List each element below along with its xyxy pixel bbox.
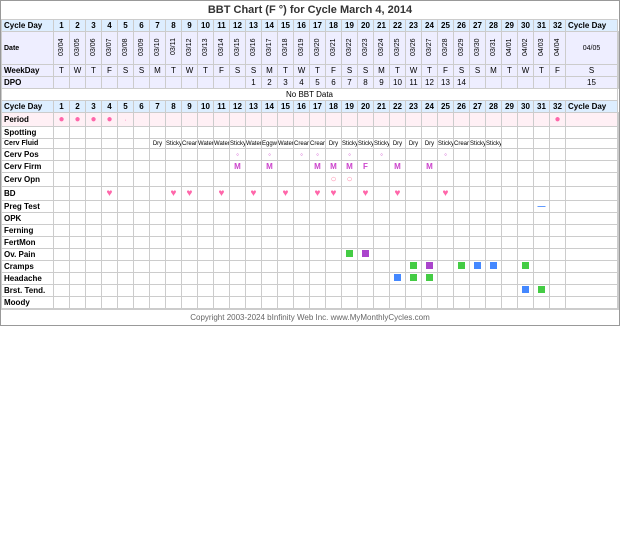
fertmon-label: FertMon (2, 237, 54, 249)
period-label-right: Period (618, 113, 619, 127)
cerv-opn-label: Cerv Opn (2, 173, 54, 187)
cycle-day-header-2: Cycle Day 1234 5678 9101112 13141516 171… (2, 101, 619, 113)
headache-row: Headache Headache (2, 273, 619, 285)
headache-label: Headache (2, 273, 54, 285)
footer: Copyright 2003-2024 bInfinity Web Inc. w… (1, 309, 619, 325)
ferning-row: Ferning Ferning (2, 225, 619, 237)
cerv-fluid-row: Cerv Fluid Dry Sticky Creamy Watery Wate… (2, 139, 619, 149)
cerv-pos-row: Cerv Pos ◦ ◦ ◦ ◦ ◦ ◦ ◦ Cerv Pos (2, 149, 619, 161)
weekday-label-right: WeekDay (618, 65, 619, 77)
ov-pain-row: Ov. Pain Ov. Pain (2, 249, 619, 261)
moody-label-right: Moody (618, 297, 619, 309)
cerv-firm-row: Cerv Firm M M M M M F M M Cerv Firm (2, 161, 619, 173)
spotting-label-right: Spotting (618, 127, 619, 139)
fertmon-row: FertMon FertMon (2, 237, 619, 249)
bbt-table: Cycle Day 1234 5678 9101112 13141516 171… (1, 19, 619, 309)
dpo-label: DPO (2, 77, 54, 89)
chart-title: BBT Chart (F °) for Cycle March 4, 2014 (1, 1, 619, 19)
ov-pain-label: Ov. Pain (2, 249, 54, 261)
ferning-label: Ferning (2, 225, 54, 237)
cramps-row: Cramps Cramps (2, 261, 619, 273)
brst-tend-label-right: Brst. Tend. (618, 285, 619, 297)
cerv-pos-label: Cerv Pos (2, 149, 54, 161)
preg-test-label: Preg Test (2, 201, 54, 213)
headache-label-right: Headache (618, 273, 619, 285)
preg-test-row: Preg Test — Preg Test (2, 201, 619, 213)
period-row: Period ● ● ● ● · ● Period (2, 113, 619, 127)
cerv-opn-label-right: Cerv Opn (618, 173, 619, 187)
spotting-label: Spotting (2, 127, 54, 139)
cramps-label: Cramps (2, 261, 54, 273)
opk-row: OPK OPK (2, 213, 619, 225)
cerv-opn-row: Cerv Opn ○ ○ Cerv Opn (2, 173, 619, 187)
opk-label: OPK (2, 213, 54, 225)
cycle-day-label-right: Cycle Day (566, 20, 618, 32)
weekday-row: WeekDay TWTF SSMT WTFS SMTW TFSS MTWT FS… (2, 65, 619, 77)
fertmon-label-right: FertMon (618, 237, 619, 249)
cerv-pos-label-right: Cerv Pos (618, 149, 619, 161)
dpo-row: DPO 1234 5678 9101112 1314 15 DPO (2, 77, 619, 89)
cycle-day-label: Cycle Day (2, 20, 54, 32)
ferning-label-right: Ferning (618, 225, 619, 237)
cerv-firm-label: Cerv Firm (2, 161, 54, 173)
cycle-day-label-right-2: Cycle Day (566, 101, 618, 113)
cerv-fluid-label-right: Cerv Fluid (618, 139, 619, 149)
date-row: Date 03/04 03/05 03/06 03/07 03/08 03/09… (2, 32, 619, 65)
bd-label-right: BD (618, 187, 619, 201)
brst-tend-row: Brst. Tend. Brst. Tend. (2, 285, 619, 297)
dpo-label-right: DPO (618, 77, 619, 89)
cycle-day-label-2: Cycle Day (2, 101, 54, 113)
bd-label: BD (2, 187, 54, 201)
moody-label: Moody (2, 297, 54, 309)
moody-row: Moody Moody (2, 297, 619, 309)
ov-pain-label-right: Ov. Pain (618, 249, 619, 261)
bd-row: BD ♥ ♥ ♥ ♥ ♥ ♥ ♥ ♥ ♥ ♥ ♥ BD (2, 187, 619, 201)
spotting-row: Spotting Spotting (2, 127, 619, 139)
chart-container: BBT Chart (F °) for Cycle March 4, 2014 … (0, 0, 620, 326)
cerv-fluid-label: Cerv Fluid (2, 139, 54, 149)
weekday-label: WeekDay (2, 65, 54, 77)
no-bbt-divider: No BBT Data (2, 89, 619, 101)
period-label: Period (2, 113, 54, 127)
cycle-day-header: Cycle Day 1234 5678 9101112 13141516 171… (2, 20, 619, 32)
cramps-label-right: Cramps (618, 261, 619, 273)
brst-tend-label: Brst. Tend. (2, 285, 54, 297)
opk-label-right: OPK (618, 213, 619, 225)
date-label: Date (2, 32, 54, 65)
cerv-firm-label-right: Cerv Firm (618, 161, 619, 173)
preg-test-label-right: Preg Test (618, 201, 619, 213)
date-label-right: Date (618, 32, 619, 65)
